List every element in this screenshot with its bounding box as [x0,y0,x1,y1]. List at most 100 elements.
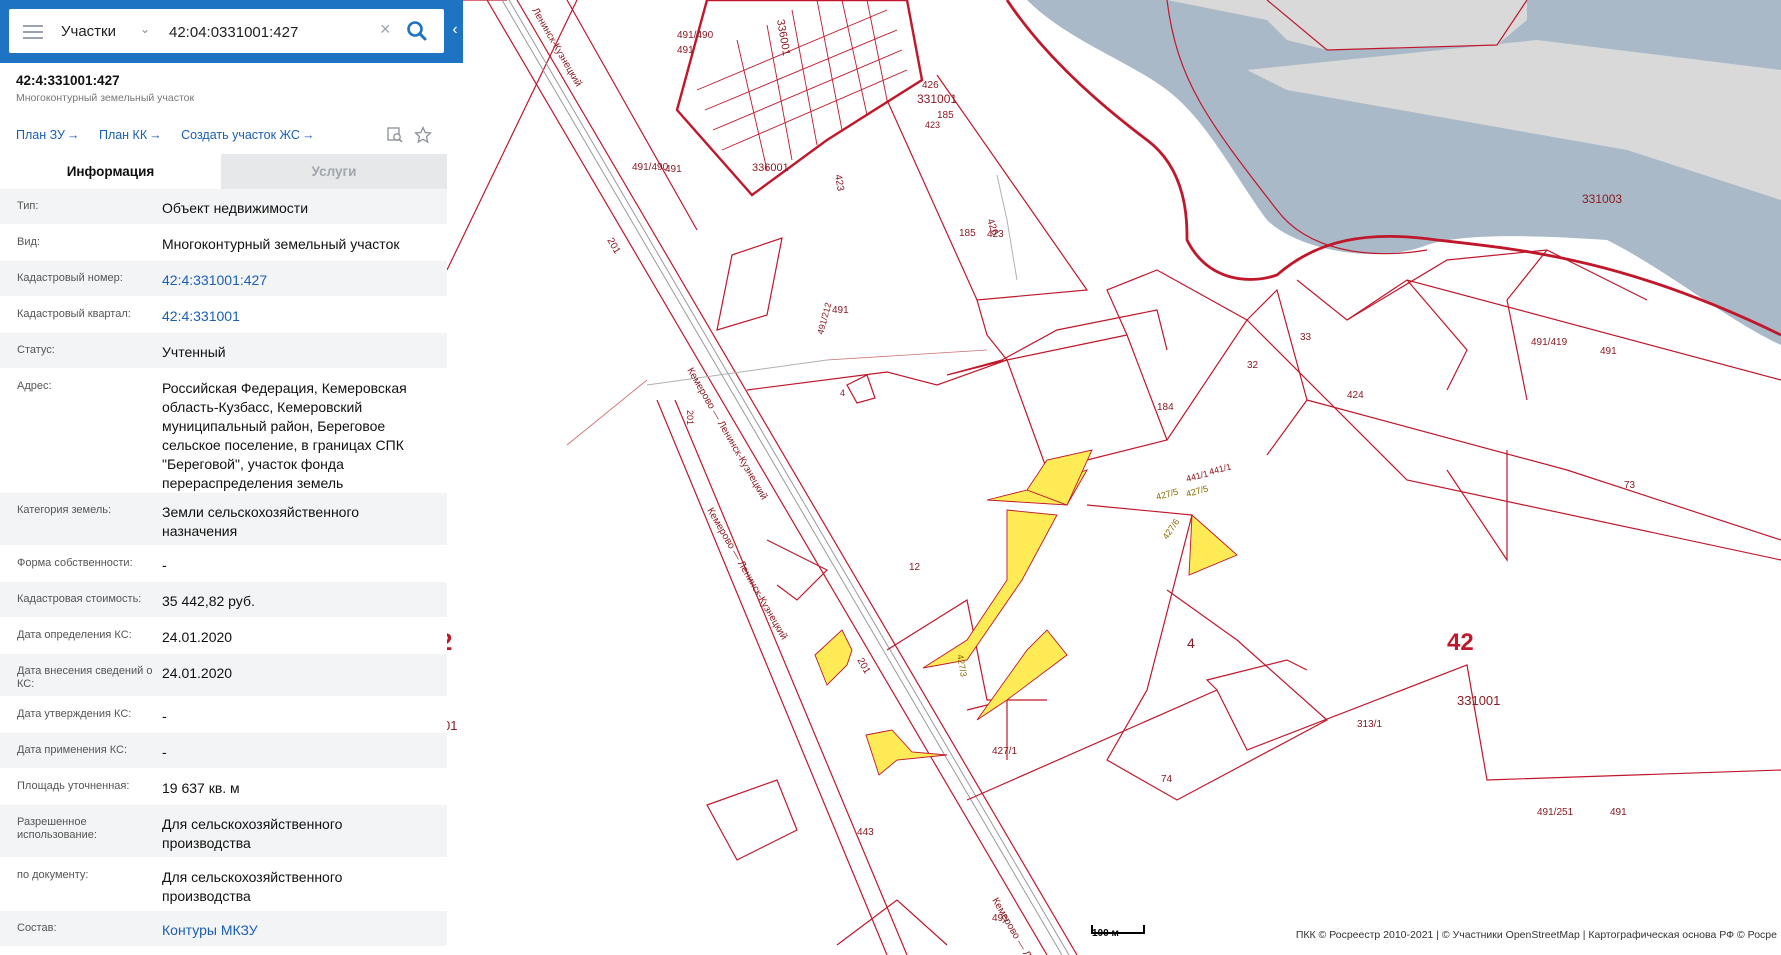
attribute-value: - [162,708,167,724]
search-bar: Участки ⌄ × [0,0,463,63]
attribute-label: Адрес: [17,380,52,392]
arrow-right-icon: → [66,128,80,142]
attribute-label: Дата определения КС: [17,629,132,641]
map-label: 491/490 [677,30,714,41]
attribute-value[interactable]: Контуры МКЗУ [162,921,432,940]
map-label: 4 [1187,635,1195,651]
search-input[interactable] [167,19,381,45]
attribute-value: Земли сельскохозяйственного назначения [162,504,360,539]
map-label: Кемерово — Лени [989,896,1041,955]
map-label: 491/419 [1531,337,1568,348]
attribute-value: 19 637 кв. м [162,780,240,796]
attribute-value[interactable]: 42:4:331001 [162,307,432,326]
map-label: 427/3 [955,654,969,678]
attribute-value: 24.01.2020 [162,665,233,681]
map-label: Кемерово — Ленинск-Кузнецкий [684,366,769,502]
object-kind: Многоконтурный земельный участок [16,92,195,104]
map-label: 201 [604,236,622,256]
attribute-value: Учтенный [162,344,226,360]
attribute-row: Кадастровый квартал: 42:4:331001 [0,297,447,333]
map-label: 427/1 [992,746,1017,757]
attribute-row: Адрес: Российская Федерация, Кемеровская … [0,369,447,493]
map-label: 491 [1600,346,1617,357]
collapse-panel-button[interactable]: ‹ [447,0,463,63]
map-label: 331003 [1582,192,1622,206]
card-actions [380,125,433,149]
attribute-value: Для сельскохозяйственного производства [162,869,343,904]
map-attribution: ПКК © Росреестр 2010-2021 | © Участники … [1291,927,1781,943]
map-label: 201 [685,410,695,425]
attribute-label: Дата внесения сведений о КС: [17,665,153,690]
attribute-row: Кадастровая стоимость: 35 442,82 руб. [0,582,447,618]
map-label: 423 [832,174,846,193]
map-label: 427/6 [1160,517,1181,541]
attribute-value: - [162,744,167,760]
tab-services[interactable]: Услуги [221,154,447,189]
attribute-label: Статус: [17,344,55,356]
star-icon[interactable] [414,125,433,144]
attribute-value[interactable]: 42:4:331001:427 [162,271,432,290]
map-label: 491/490 [632,162,669,173]
map-label: 443 [857,827,874,838]
attribute-label: Категория земель: [17,504,112,516]
tab-information[interactable]: Информация [0,154,221,189]
attribute-value: Для сельскохозяйственного производства [162,816,343,851]
attribute-row: Статус: Учтенный [0,333,447,369]
attribute-value: 24.01.2020 [162,629,233,645]
map-label: 01 [447,718,457,733]
map-label: 441/1 [1185,468,1209,483]
search-icon[interactable] [403,17,431,45]
menu-icon[interactable] [23,21,43,41]
map-label: 491 [677,45,694,56]
create-plot-link[interactable]: Создать участок ЖС [181,128,300,142]
attribute-row: Дата утверждения КС: - [0,697,447,733]
map-label: 336001 [752,162,789,174]
map-label-layer: 491/490491491/490491201201201Кемерово — … [447,6,1636,955]
attribute-value: Многоконтурный земельный участок [162,236,400,252]
attribute-row: Дата определения КС: 24.01.2020 [0,618,447,654]
attribute-label: по документу: [17,869,89,881]
attribute-row: Площадь уточненная: 19 637 кв. м [0,769,447,805]
attribute-label: Кадастровый квартал: [17,308,131,320]
attribute-label: Вид: [17,236,40,248]
attribute-label: Состав: [17,922,57,934]
arrow-right-icon: → [149,128,162,142]
map-label: 491 [992,913,1009,924]
attribute-row: Дата внесения сведений о КС: 24.01.2020 [0,654,447,697]
chevron-down-icon[interactable]: ⌄ [140,22,150,36]
attribute-row: Вид: Многоконтурный земельный участок [0,225,447,261]
attribute-label: Кадастровый номер: [17,272,123,284]
map-label: 313/1 [1357,719,1382,730]
map-label: 336001 [774,18,792,56]
map-label: 426 [922,80,939,91]
attribute-row: Тип: Объект недвижимости [0,189,447,225]
map-label: 184 [1157,402,1174,413]
map-label: 331001 [917,92,957,106]
scale-label: 100 м [1092,928,1119,939]
map-label: 32 [1247,360,1259,371]
map-label: 491 [665,164,682,175]
map-label: 74 [1161,774,1173,785]
attribute-value: Объект недвижимости [162,200,309,216]
info-panel: Участки ⌄ × 42:4:331001:427 Многоконтурн… [0,0,463,955]
map-label: 331001 [1457,693,1500,708]
clear-icon[interactable]: × [380,19,391,40]
map-label: 12 [909,562,921,573]
attribute-label: Разрешенное использование: [17,816,97,841]
map-label: 441/1 [1208,461,1232,476]
map-label: 4 [840,388,845,398]
plan-kk-link[interactable]: План КК [99,128,147,142]
map-label: 491/212 [815,301,833,335]
zoom-to-object-icon[interactable] [386,126,404,144]
attribute-label: Кадастровая стоимость: [17,593,142,605]
attribute-value: - [162,557,167,573]
search-box: Участки ⌄ × [9,9,444,53]
map-label: 491 [1610,807,1627,818]
plan-zu-link[interactable]: План ЗУ [16,128,65,142]
attribute-row: Форма собственности: - [0,546,447,582]
map-label: 427/5 [1155,486,1179,501]
map-canvas[interactable]: 491/490 491 491/490 491 201 201 201 Кемерово — … [447,0,1781,955]
attribute-label: Тип: [17,200,39,212]
attribute-label: Площадь уточненная: [17,780,130,792]
map-label: 42 [1447,629,1474,656]
